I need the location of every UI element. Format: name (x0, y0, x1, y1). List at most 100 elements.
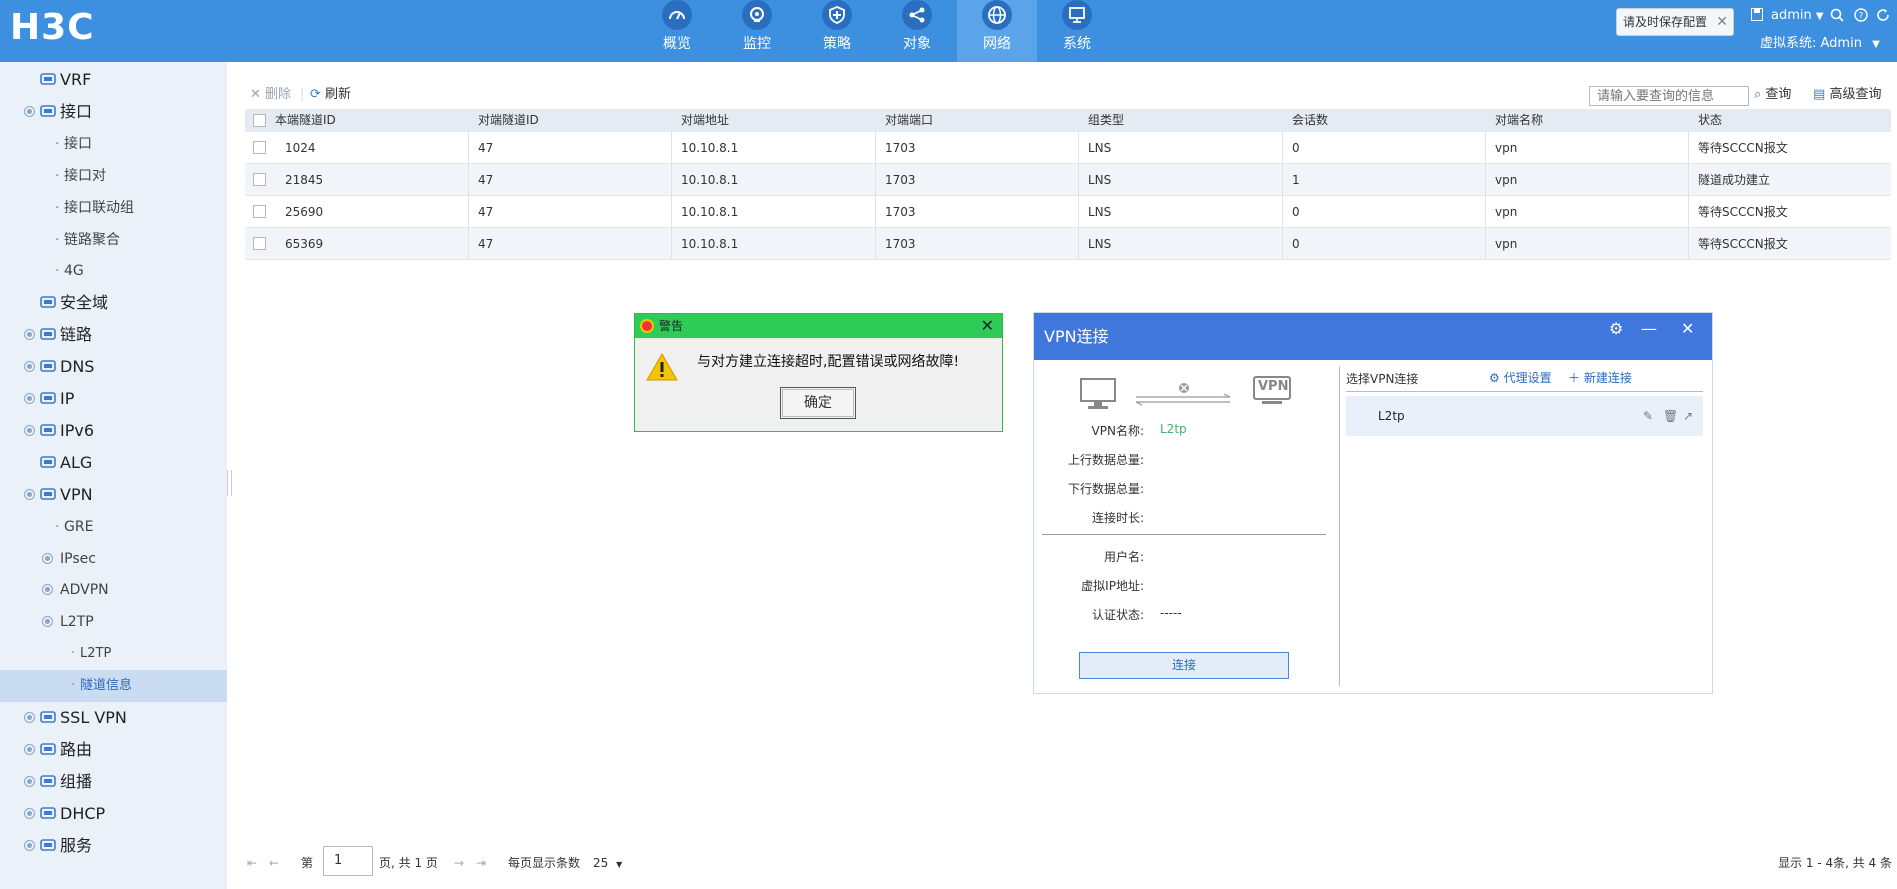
sidebar-item[interactable]: · 4G (0, 255, 227, 287)
expand-toggle-icon[interactable] (24, 424, 35, 436)
sidebar-splitter-handle[interactable] (227, 470, 232, 496)
expand-toggle-icon[interactable] (42, 552, 53, 564)
divider (1042, 534, 1326, 535)
sidebar-item[interactable]: · 隧道信息 (0, 670, 227, 703)
expand-toggle-icon[interactable] (24, 488, 35, 500)
gear-icon[interactable]: ⚙ (1609, 313, 1623, 345)
sidebar-item[interactable]: 安全域 (0, 287, 227, 319)
expand-toggle-icon[interactable] (24, 775, 35, 787)
nav-monitor[interactable]: 监控 (717, 0, 797, 62)
sidebar-item[interactable]: IP (0, 383, 227, 415)
sidebar-item[interactable]: · 链路聚合 (0, 224, 227, 256)
virtual-system-selector[interactable]: 虚拟系统: Admin ▼ (1760, 36, 1880, 53)
expand-toggle-icon[interactable] (42, 584, 53, 596)
expand-toggle-icon[interactable] (24, 807, 35, 819)
expand-toggle-icon[interactable] (24, 393, 35, 404)
row-checkbox[interactable] (253, 141, 266, 154)
column-header[interactable]: 组类型 (1088, 109, 1124, 132)
column-header[interactable]: 本端隧道ID (275, 109, 336, 132)
expand-toggle-icon[interactable] (24, 712, 35, 723)
sidebar-item[interactable]: · L2TP (0, 638, 227, 670)
sidebar-item[interactable]: 路由 (0, 734, 227, 766)
expand-toggle-icon[interactable] (24, 743, 35, 755)
vpn-connection-item[interactable]: L2tp ✎ 🗑 ↗ (1346, 396, 1703, 436)
first-page-icon[interactable]: ⇤ (247, 852, 257, 874)
new-connection-link[interactable]: ＋ 新建连接 (1568, 369, 1632, 386)
refresh-button[interactable]: ⟳ 刷新 (310, 86, 351, 104)
expand-toggle-icon[interactable] (42, 616, 53, 628)
expand-toggle-icon[interactable] (24, 105, 35, 117)
nav-overview[interactable]: 概览 (637, 0, 717, 62)
proxy-settings-link[interactable]: ⚙ 代理设置 (1489, 369, 1552, 386)
column-header[interactable]: 对端隧道ID (478, 109, 539, 132)
query-button[interactable]: ⌕ 查询 (1754, 86, 1791, 104)
sidebar-item[interactable]: 链路 (0, 319, 227, 351)
row-checkbox[interactable] (253, 237, 266, 250)
row-checkbox[interactable] (253, 173, 266, 186)
sidebar-item[interactable]: · 接口对 (0, 160, 227, 192)
edit-icon[interactable]: ✎ (1643, 396, 1653, 436)
advanced-search-button[interactable]: ▤ 高级查询 (1813, 86, 1881, 104)
select-all-checkbox[interactable] (253, 114, 266, 127)
sidebar-item[interactable]: 接口 (0, 96, 227, 128)
cell-divider (875, 132, 876, 164)
close-icon[interactable]: ✕ (1716, 9, 1728, 35)
monitor-icon (1062, 0, 1092, 30)
expand-toggle-icon[interactable] (24, 839, 35, 851)
ok-button[interactable]: 确定 (780, 387, 856, 419)
sidebar-item[interactable]: DNS (0, 351, 227, 383)
sidebar-item[interactable]: VPN (0, 479, 227, 511)
sidebar-item[interactable]: · 接口 (0, 128, 227, 160)
minimize-icon[interactable]: — (1641, 313, 1657, 345)
table-row[interactable]: 1024 47 10.10.8.1 1703 LNS 0 vpn 等待SCCCN报文 (245, 132, 1891, 164)
connect-button[interactable]: 连接 (1079, 652, 1289, 679)
help-icon[interactable]: ? (1854, 8, 1868, 22)
sidebar-item[interactable]: VRF (0, 64, 227, 96)
delete-button[interactable]: ✕ 删除 (250, 86, 291, 104)
column-header[interactable]: 对端名称 (1495, 109, 1543, 132)
nav-system-label: 系统 (1063, 36, 1091, 52)
user-menu[interactable]: admin ▼ (1771, 8, 1824, 25)
nav-system[interactable]: 系统 (1037, 0, 1117, 62)
sidebar-item[interactable]: 组播 (0, 766, 227, 798)
column-header[interactable]: 会话数 (1292, 109, 1328, 132)
column-header[interactable]: 对端地址 (681, 109, 729, 132)
external-link-icon[interactable]: ↗ (1683, 396, 1693, 436)
nav-policy[interactable]: 策略 (797, 0, 877, 62)
sidebar-item[interactable]: 服务 (0, 830, 227, 862)
column-header[interactable]: 状态 (1698, 109, 1722, 132)
close-icon[interactable]: ✕ (1681, 313, 1694, 345)
last-page-icon[interactable]: ⇥ (476, 852, 486, 874)
per-page-select[interactable]: 25 ▼ (593, 852, 622, 876)
sidebar-item[interactable]: · 接口联动组 (0, 192, 227, 224)
search-icon[interactable] (1830, 8, 1844, 22)
column-header[interactable]: 对端端口 (885, 109, 933, 132)
sidebar-item[interactable]: IPsec (0, 543, 227, 575)
expand-toggle-icon[interactable] (24, 329, 35, 341)
save-icon[interactable] (1751, 8, 1763, 21)
previous-page-icon[interactable]: ← (269, 852, 279, 874)
vrf-icon (40, 72, 57, 87)
close-icon[interactable]: ✕ (981, 316, 994, 336)
table-row[interactable]: 65369 47 10.10.8.1 1703 LNS 0 vpn 等待SCCCN报文 (245, 228, 1891, 260)
cell-divider (468, 164, 469, 196)
sidebar-item[interactable]: DHCP (0, 798, 227, 830)
sidebar-item[interactable]: · GRE (0, 511, 227, 543)
caret-down-icon: ▼ (1872, 39, 1880, 50)
search-input[interactable] (1589, 86, 1749, 106)
sidebar-item[interactable]: L2TP (0, 606, 227, 638)
refresh-icon[interactable] (1876, 8, 1890, 22)
sidebar-item[interactable]: SSL VPN (0, 702, 227, 734)
trash-icon[interactable]: 🗑 (1663, 396, 1678, 436)
nav-object[interactable]: 对象 (877, 0, 957, 62)
page-number-input[interactable]: 1 (323, 846, 373, 876)
table-row[interactable]: 25690 47 10.10.8.1 1703 LNS 0 vpn 等待SCCCN报文 (245, 196, 1891, 228)
sidebar-item[interactable]: ALG (0, 447, 227, 479)
sidebar-item[interactable]: IPv6 (0, 415, 227, 447)
nav-network[interactable]: 网络 (957, 0, 1037, 62)
expand-toggle-icon[interactable] (24, 361, 35, 373)
sidebar-item[interactable]: ADVPN (0, 574, 227, 606)
next-page-icon[interactable]: → (454, 852, 464, 874)
table-row[interactable]: 21845 47 10.10.8.1 1703 LNS 1 vpn 隧道成功建立 (245, 164, 1891, 196)
row-checkbox[interactable] (253, 205, 266, 218)
